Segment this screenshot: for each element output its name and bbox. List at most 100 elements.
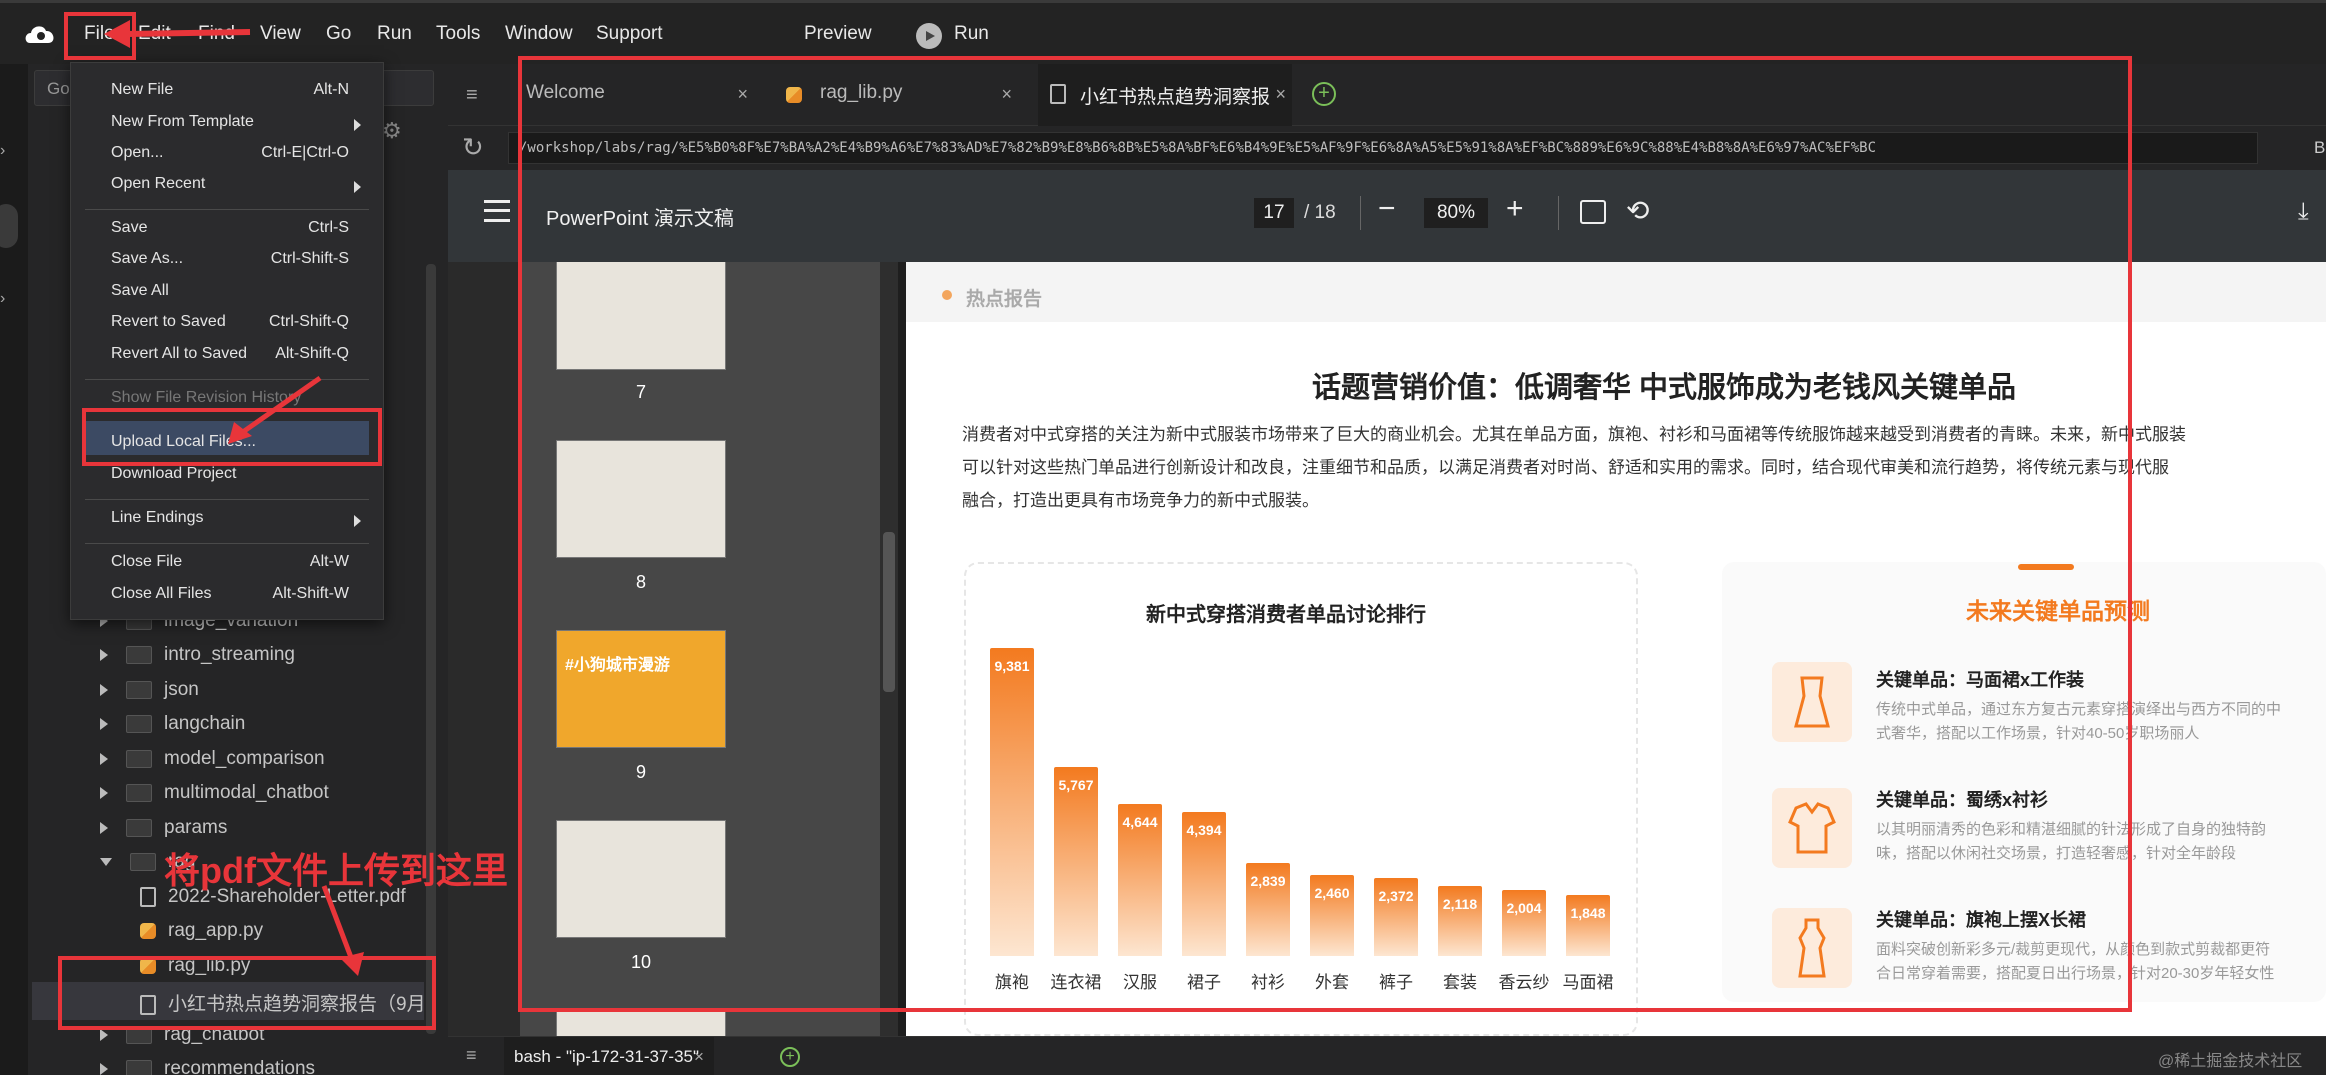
run-button[interactable]: Run (954, 23, 989, 45)
menu-item-shortcut: Alt-Shift-W (272, 585, 349, 602)
menu-window[interactable]: Window (505, 23, 573, 45)
annotation-box-pdf-viewer (518, 56, 2132, 1012)
menu-separator (85, 499, 369, 500)
python-file-icon (140, 922, 156, 939)
cloud9-logo-icon (25, 26, 54, 43)
terminal-menu-icon[interactable]: ≡ (466, 1045, 477, 1066)
menu-item-shortcut: Ctrl-Shift-Q (269, 313, 349, 330)
run-icon[interactable] (916, 23, 942, 49)
submenu-arrow-icon (354, 181, 361, 193)
menu-item-label: Save As... (111, 250, 184, 267)
tree-item-label: recommendations (164, 1058, 316, 1075)
environment-icon[interactable] (0, 204, 18, 248)
page-thumbnail[interactable] (556, 1010, 726, 1036)
tree-item-label: intro_streaming (164, 644, 295, 665)
menu-item-open[interactable]: Open... Ctrl-E|Ctrl-O (111, 144, 369, 172)
menubar: File Edit Find View Go Run Tools Window … (0, 0, 2326, 64)
tree-settings-gear-icon[interactable]: ⚙ (382, 118, 402, 144)
annotation-arrow-icon (228, 375, 322, 444)
tree-item-label: model_comparison (164, 748, 325, 769)
close-icon[interactable]: × (694, 1047, 704, 1067)
menu-item-label: Download Project (111, 465, 237, 482)
tree-item[interactable]: model_comparison (100, 748, 325, 782)
menu-item-shortcut: Alt-N (313, 81, 349, 98)
menu-item-line-endings[interactable]: Line Endings (111, 509, 369, 537)
menu-view[interactable]: View (260, 23, 301, 45)
download-icon[interactable]: ⤓ (2298, 198, 2309, 226)
menu-item-open-recent[interactable]: Open Recent (111, 175, 369, 203)
menu-item-download-project[interactable]: Download Project (111, 465, 369, 493)
tree-item[interactable]: rag_app.py (140, 920, 263, 954)
menu-go[interactable]: Go (326, 23, 351, 45)
caret-right-icon (100, 717, 108, 730)
caret-right-icon (100, 683, 108, 696)
folder-icon (126, 714, 152, 733)
menu-item-shortcut: Ctrl-E|Ctrl-O (261, 144, 349, 161)
menu-tools[interactable]: Tools (436, 23, 480, 45)
folder-icon (126, 783, 152, 802)
tree-item-label: json (164, 679, 199, 700)
menu-item-shortcut: Alt-Shift-Q (275, 345, 349, 362)
tree-scrollbar[interactable] (426, 264, 436, 1034)
caret-right-icon (100, 786, 108, 799)
menu-item-save-all[interactable]: Save All (111, 282, 369, 310)
tree-item[interactable]: multimodal_chatbot (100, 782, 329, 816)
menu-item-label: Line Endings (111, 509, 204, 526)
menu-item-shortcut: Ctrl-S (308, 219, 349, 236)
menu-item-close-file[interactable]: Close File Alt-W (111, 553, 369, 581)
menu-item-label: Close File (111, 553, 183, 570)
tab-terminal[interactable]: bash - "ip-172-31-37-35" × (504, 1037, 714, 1075)
activity-bar: › › (0, 64, 28, 1075)
folder-icon (126, 818, 152, 837)
folder-icon (126, 1059, 152, 1075)
caret-right-icon (100, 1028, 108, 1041)
add-terminal-icon[interactable]: + (780, 1047, 800, 1067)
menu-item-new-from-template[interactable]: New From Template (111, 113, 369, 141)
folder-icon (126, 645, 152, 664)
menu-item-shortcut: Alt-W (309, 553, 349, 570)
folder-icon (126, 749, 152, 768)
menu-item-revert-all[interactable]: Revert All to Saved Alt-Shift-Q (111, 345, 369, 373)
terminal-tab-label: bash - "ip-172-31-37-35" (514, 1047, 700, 1066)
menu-item-label: Save (111, 219, 148, 236)
menu-item-revert-to-saved[interactable]: Revert to Saved Ctrl-Shift-Q (111, 313, 369, 341)
menu-run[interactable]: Run (377, 23, 412, 45)
sidebar-icon[interactable]: › (0, 142, 20, 162)
menu-item-label: New From Template (111, 113, 254, 130)
menu-separator (85, 543, 369, 544)
tree-item[interactable]: intro_streaming (100, 644, 295, 678)
pdf-sidebar-toggle-icon[interactable] (484, 200, 510, 222)
menu-item-close-all-files[interactable]: Close All Files Alt-Shift-W (111, 585, 369, 613)
menu-item-label: Open... (111, 144, 164, 161)
caret-right-icon (100, 1062, 108, 1075)
tab-menu-icon[interactable]: ≡ (466, 84, 478, 107)
menu-item-label: Revert All to Saved (111, 345, 248, 362)
menu-item-new-file[interactable]: New File Alt-N (111, 81, 369, 109)
menu-item-label: Revert to Saved (111, 313, 226, 330)
tree-item-label: langchain (164, 713, 246, 734)
tree-item[interactable]: recommendations (100, 1058, 315, 1075)
menu-separator (85, 209, 369, 210)
caret-down-icon (100, 857, 112, 866)
caret-right-icon (100, 648, 108, 661)
tree-item-label: rag_app.py (168, 920, 264, 941)
expand-icon[interactable]: › (0, 290, 20, 310)
watermark: @稀土掘金技术社区 (2158, 1053, 2303, 1070)
url-browser-button[interactable]: B (2314, 138, 2325, 158)
menu-item-save[interactable]: Save Ctrl-S (111, 219, 369, 247)
menu-item-save-as[interactable]: Save As... Ctrl-Shift-S (111, 250, 369, 278)
pdf-file-icon (140, 886, 156, 907)
folder-icon (126, 680, 152, 699)
caret-right-icon (100, 752, 108, 765)
file-menu-dropdown: New File Alt-N New From Template Open... C… (70, 62, 384, 620)
tree-item[interactable]: json (100, 679, 199, 713)
terminal-tab-bar: ≡ bash - "ip-172-31-37-35" × + @稀土掘金技术社区 (448, 1036, 2326, 1075)
tree-item-label: multimodal_chatbot (164, 782, 329, 803)
annotation-arrow-icon (104, 20, 251, 48)
menu-support[interactable]: Support (596, 23, 663, 45)
preview-button[interactable]: Preview (804, 23, 872, 45)
tree-item[interactable]: langchain (100, 713, 245, 747)
annotation-box-uploaded-file (58, 956, 436, 1030)
refresh-icon[interactable]: ↻ (462, 132, 492, 162)
menu-item-label: New File (111, 81, 174, 98)
